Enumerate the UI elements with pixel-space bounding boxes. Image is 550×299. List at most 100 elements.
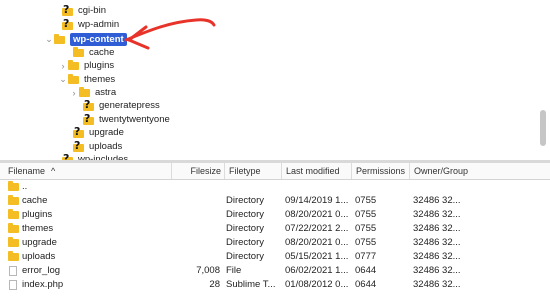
file-size: 7,008 xyxy=(196,265,220,276)
chevron-down-icon[interactable]: ⌄ xyxy=(44,33,54,46)
file-row[interactable]: error_log 7,008 File 06/02/2021 1... 064… xyxy=(0,264,550,278)
column-header-owner-group[interactable]: Owner/Group xyxy=(410,163,550,179)
chevron-down-icon[interactable]: ⌄ xyxy=(58,73,68,86)
file-owner: 32486 32... xyxy=(413,237,461,248)
tree-item-twentytwentyone[interactable]: ? twentytwentyone xyxy=(73,112,170,126)
tree-item-label: generatepress xyxy=(99,100,160,111)
folder-icon xyxy=(8,195,19,205)
unknown-folder-icon: ? xyxy=(83,98,94,112)
file-owner: 32486 32... xyxy=(413,195,461,206)
tree-item-cgi-bin[interactable]: ? cgi-bin xyxy=(52,3,106,17)
file-modified: 08/20/2021 0... xyxy=(285,237,349,248)
file-permissions: 0777 xyxy=(355,251,377,262)
tree-item-wp-includes[interactable]: ? wp-includes xyxy=(52,152,128,160)
tree-item-upgrade[interactable]: ? upgrade xyxy=(63,125,124,139)
folder-icon xyxy=(79,86,90,97)
tree-item-label: uploads xyxy=(89,141,123,152)
file-size xyxy=(172,250,220,264)
tree-scrollbar[interactable] xyxy=(540,110,546,146)
file-modified: 07/22/2021 2... xyxy=(285,223,349,234)
folder-icon xyxy=(8,209,19,219)
file-row[interactable]: uploads Directory 05/15/2021 1... 0777 3… xyxy=(0,250,550,264)
file-row[interactable]: themes Directory 07/22/2021 2... 0755 32… xyxy=(0,222,550,236)
tree-item-label: themes xyxy=(84,74,116,85)
file-owner: 32486 32... xyxy=(413,209,461,220)
folder-icon xyxy=(68,59,79,70)
tree-item-label: plugins xyxy=(84,60,115,71)
file-row[interactable]: index.php 28 Sublime T... 01/08/2012 0..… xyxy=(0,278,550,292)
file-type: Directory xyxy=(226,251,265,262)
file-owner: 32486 32... xyxy=(413,265,461,276)
file-permissions: 0755 xyxy=(355,209,377,220)
tree-item-themes[interactable]: ⌄ themes xyxy=(58,73,115,86)
file-modified: 06/02/2021 1... xyxy=(285,265,349,276)
column-header-filetype[interactable]: Filetype xyxy=(225,163,282,179)
chevron-right-icon[interactable]: › xyxy=(69,86,79,99)
file-type: Directory xyxy=(226,223,265,234)
folder-icon xyxy=(54,33,65,44)
directory-tree: ? cgi-bin ? wp-admin ⌄ wp-content cache … xyxy=(0,0,550,160)
file-name: index.php xyxy=(22,279,64,290)
file-owner: 32486 32... xyxy=(413,251,461,262)
folder-icon xyxy=(8,251,19,261)
file-name: .. xyxy=(22,181,28,192)
tree-item-plugins[interactable]: › plugins xyxy=(58,59,114,72)
tree-item-label: wp-admin xyxy=(78,19,120,30)
file-list: Filename ^ Filesize Filetype Last modifi… xyxy=(0,163,550,299)
file-type: Directory xyxy=(226,195,265,206)
file-size xyxy=(172,236,220,250)
column-header-last-modified[interactable]: Last modified xyxy=(282,163,352,179)
column-header-filename[interactable]: Filename ^ xyxy=(4,163,172,179)
file-row[interactable]: cache Directory 09/14/2019 1... 0755 324… xyxy=(0,194,550,208)
unknown-folder-icon: ? xyxy=(73,139,84,153)
file-row[interactable]: .. xyxy=(0,180,550,194)
file-modified: 09/14/2019 1... xyxy=(285,195,349,206)
tree-item-generatepress[interactable]: ? generatepress xyxy=(73,98,160,112)
file-type: File xyxy=(226,265,242,276)
file-icon xyxy=(9,280,17,290)
folder-icon xyxy=(8,181,19,191)
tree-item-label: upgrade xyxy=(89,127,124,138)
file-name: plugins xyxy=(22,209,53,220)
file-name: uploads xyxy=(22,251,56,262)
file-permissions: 0644 xyxy=(355,279,377,290)
file-permissions: 0755 xyxy=(355,223,377,234)
tree-item-label: twentytwentyone xyxy=(99,114,170,125)
folder-icon xyxy=(68,73,79,84)
tree-item-label: cache xyxy=(89,47,115,58)
tree-item-astra[interactable]: › astra xyxy=(69,86,116,99)
tree-item-wp-content[interactable]: ⌄ wp-content xyxy=(44,33,127,46)
file-permissions: 0644 xyxy=(355,265,377,276)
file-permissions: 0755 xyxy=(355,195,377,206)
file-row[interactable]: plugins Directory 08/20/2021 0... 0755 3… xyxy=(0,208,550,222)
unknown-folder-icon: ? xyxy=(83,112,94,126)
unknown-folder-icon: ? xyxy=(73,125,84,139)
column-header-permissions[interactable]: Permissions xyxy=(352,163,410,179)
file-modified: 08/20/2021 0... xyxy=(285,209,349,220)
file-modified: 05/15/2021 1... xyxy=(285,251,349,262)
chevron-placeholder xyxy=(52,4,62,17)
tree-item-label: cgi-bin xyxy=(78,5,106,16)
column-header-filesize[interactable]: Filesize xyxy=(172,163,225,179)
sort-up-icon: ^ xyxy=(51,166,56,176)
file-owner: 32486 32... xyxy=(413,223,461,234)
folder-icon xyxy=(8,223,19,233)
file-owner: 32486 32... xyxy=(413,279,461,290)
file-row[interactable]: upgrade Directory 08/20/2021 0... 0755 3… xyxy=(0,236,550,250)
file-icon xyxy=(9,266,17,276)
file-list-header: Filename ^ Filesize Filetype Last modifi… xyxy=(0,163,550,180)
chevron-right-icon[interactable]: › xyxy=(58,59,68,72)
tree-item-wp-admin[interactable]: ? wp-admin xyxy=(52,17,120,31)
file-size xyxy=(172,222,220,236)
unknown-folder-icon: ? xyxy=(62,3,73,17)
file-modified: 01/08/2012 0... xyxy=(285,279,349,290)
file-size xyxy=(172,208,220,222)
tree-item-cache[interactable]: cache xyxy=(63,46,114,59)
tree-item-label: astra xyxy=(95,87,117,98)
file-name: error_log xyxy=(22,265,61,276)
tree-item-uploads[interactable]: ? uploads xyxy=(63,139,123,153)
file-name: themes xyxy=(22,223,54,234)
file-type: Sublime T... xyxy=(226,279,276,290)
file-size xyxy=(172,194,220,208)
file-type: Directory xyxy=(226,237,265,248)
